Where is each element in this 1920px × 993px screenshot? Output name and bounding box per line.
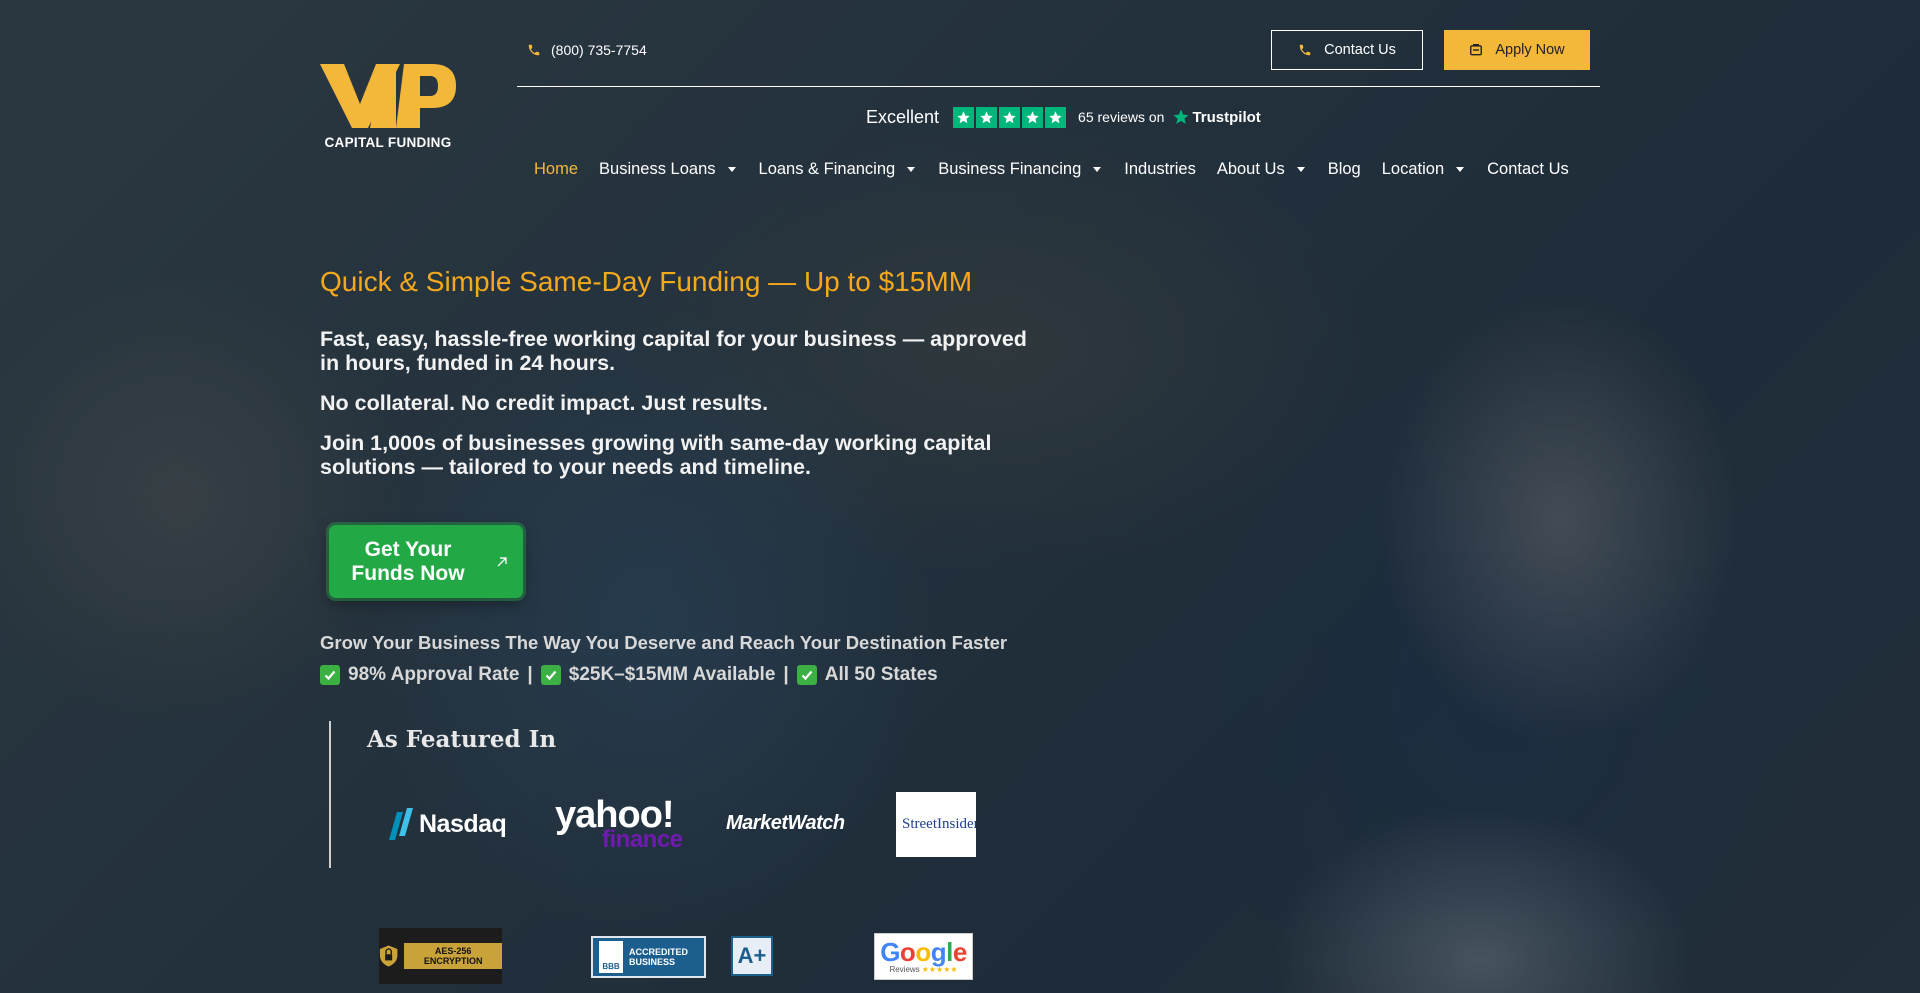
trustpilot-logo: Trustpilot (1172, 108, 1261, 126)
nav-item-label: Location (1381, 159, 1445, 178)
nav-item-label: Business Loans (599, 159, 716, 178)
stat-separator: | (783, 664, 789, 685)
bbb-text: ACCREDITED BUSINESS (629, 947, 688, 967)
arrow-up-right-icon (497, 556, 507, 566)
nav-item-label: Loans & Financing (758, 159, 896, 178)
nasdaq-mark-icon (389, 808, 413, 840)
nav-item-about-us[interactable]: About Us (1217, 160, 1305, 179)
google-wordmark: Google (880, 937, 967, 967)
nav-item-contact-us[interactable]: Contact Us (1487, 160, 1569, 179)
checkmark-icon (540, 665, 561, 685)
stat-approval-rate: 98% Approval Rate (348, 664, 520, 685)
nav-item-label: Business Financing (938, 159, 1082, 178)
shield-icon (379, 945, 398, 967)
nasdaq-logo: Nasdaq (385, 804, 507, 844)
nav-item-loans-financing[interactable]: Loans & Financing (759, 160, 916, 179)
caret-down-icon (727, 166, 736, 172)
bbb-seal-icon: BBB (599, 941, 623, 973)
document-icon (1470, 44, 1483, 56)
marketwatch-logo: MarketWatch (726, 812, 845, 834)
bbb-line-1: ACCREDITED (629, 947, 689, 957)
hero-paragraph-2: No collateral. No credit impact. Just re… (320, 391, 769, 415)
nav-item-blog[interactable]: Blog (1328, 160, 1361, 179)
google-reviews-sub: Reviews ★★★★★ (889, 965, 957, 974)
stats-row: 98% Approval Rate | $25K–$15MM Available… (320, 664, 938, 686)
nasdaq-wordmark: Nasdaq (419, 809, 507, 838)
contact-us-label: Contact Us (1324, 42, 1396, 58)
featured-divider (329, 721, 331, 868)
star-icon (1022, 106, 1044, 128)
google-reviews-badge[interactable]: Google Reviews ★★★★★ (874, 933, 973, 980)
caret-down-icon (1296, 166, 1305, 172)
nav-item-industries[interactable]: Industries (1124, 160, 1196, 179)
stat-all-states: All 50 States (824, 664, 938, 685)
star-icon (999, 106, 1021, 128)
logo-text: CAPITAL FUNDING (324, 135, 452, 150)
trustpilot-star-icon (1173, 109, 1189, 124)
bbb-accredited-badge[interactable]: BBB ACCREDITED BUSINESS (591, 936, 706, 978)
hero-paragraph-3: Join 1,000s of businesses growing with s… (320, 431, 992, 479)
streetinsider-wordmark: StreetInsider (902, 816, 976, 832)
grow-tagline: Grow Your Business The Way You Deserve a… (320, 632, 1008, 653)
contact-us-button[interactable]: Contact Us (1271, 30, 1423, 70)
hero-title: Quick & Simple Same-Day Funding — Up to … (320, 266, 973, 297)
apply-now-label: Apply Now (1495, 42, 1565, 58)
nav-item-label: Home (534, 159, 579, 178)
checkmark-icon (796, 665, 817, 685)
nav-item-label: About Us (1216, 159, 1285, 178)
trustpilot-brand: Trustpilot (1192, 108, 1261, 126)
bbb-seal-label: BBB (602, 962, 620, 971)
nav-item-business-loans[interactable]: Business Loans (599, 160, 736, 179)
hero-paragraph-1: Fast, easy, hassle-free working capital … (320, 327, 1027, 375)
star-icon (1045, 106, 1067, 128)
yahoo-finance-logo: yahoo! finance (555, 796, 687, 853)
trustpilot-widget[interactable]: Excellent 65 reviews on Trustpilot (866, 104, 1261, 130)
caret-down-icon (907, 166, 916, 172)
star-icon (953, 106, 975, 128)
main-nav: Home Business Loans Loans & Financing Bu… (534, 157, 1569, 181)
nav-item-label: Industries (1124, 159, 1196, 178)
trustpilot-rating-label: Excellent (866, 106, 940, 127)
streetinsider-logo: StreetInsider (896, 792, 976, 857)
apply-now-button[interactable]: Apply Now (1444, 30, 1590, 70)
trustpilot-stars (953, 106, 1067, 128)
vip-logo[interactable]: CAPITAL FUNDING (320, 64, 456, 150)
caret-down-icon (1456, 166, 1465, 172)
bbb-rating-badge[interactable]: A+ (731, 936, 773, 976)
header-phone[interactable]: (800) 735-7754 (527, 40, 647, 60)
google-reviews-label: Reviews (889, 965, 920, 974)
nav-item-label: Contact Us (1487, 159, 1569, 178)
yahoo-finance-wordmark: finance (602, 826, 683, 853)
checkmark-icon (320, 665, 340, 685)
caret-down-icon (1093, 166, 1102, 172)
rating-stars-icon: ★★★★★ (921, 965, 958, 974)
nav-item-home[interactable]: Home (534, 160, 578, 179)
star-icon (976, 106, 998, 128)
phone-icon (1299, 44, 1311, 56)
stat-amount-range: $25K–$15MM Available (568, 664, 776, 685)
nav-item-label: Blog (1327, 159, 1361, 178)
nav-item-location[interactable]: Location (1381, 159, 1465, 179)
get-funds-now-button[interactable]: Get Your Funds Now (329, 525, 523, 598)
aes-badge-label: AES-256 ENCRYPTION (404, 943, 502, 969)
phone-icon (528, 44, 540, 56)
trustpilot-reviews-count: 65 reviews on (1078, 109, 1165, 125)
header-divider (517, 86, 1600, 87)
aes-encryption-badge: AES-256 ENCRYPTION (379, 928, 502, 984)
cta-label: Get Your Funds Now (351, 537, 465, 585)
featured-title: As Featured In (367, 726, 557, 753)
nav-item-business-financing[interactable]: Business Financing (938, 159, 1102, 179)
phone-number: (800) 735-7754 (551, 42, 647, 58)
bbb-line-2: BUSINESS (629, 957, 676, 967)
stat-separator: | (527, 664, 533, 685)
vip-logo-mark (320, 64, 456, 128)
